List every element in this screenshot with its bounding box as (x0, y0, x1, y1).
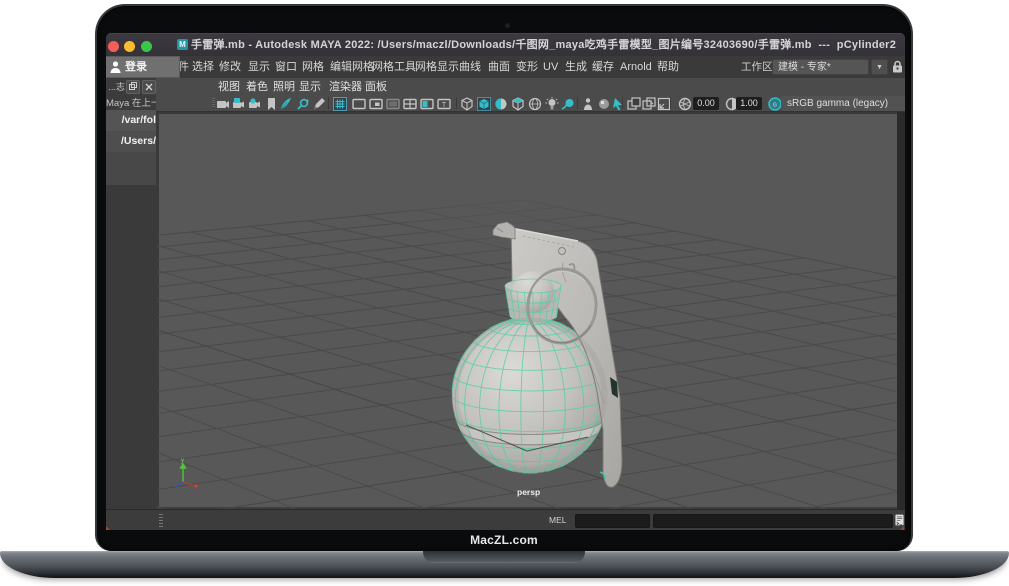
svg-text:T: T (442, 102, 447, 109)
svg-text:G: G (773, 102, 777, 108)
svg-text:y: y (181, 458, 184, 464)
svg-text:persp: persp (517, 487, 540, 497)
